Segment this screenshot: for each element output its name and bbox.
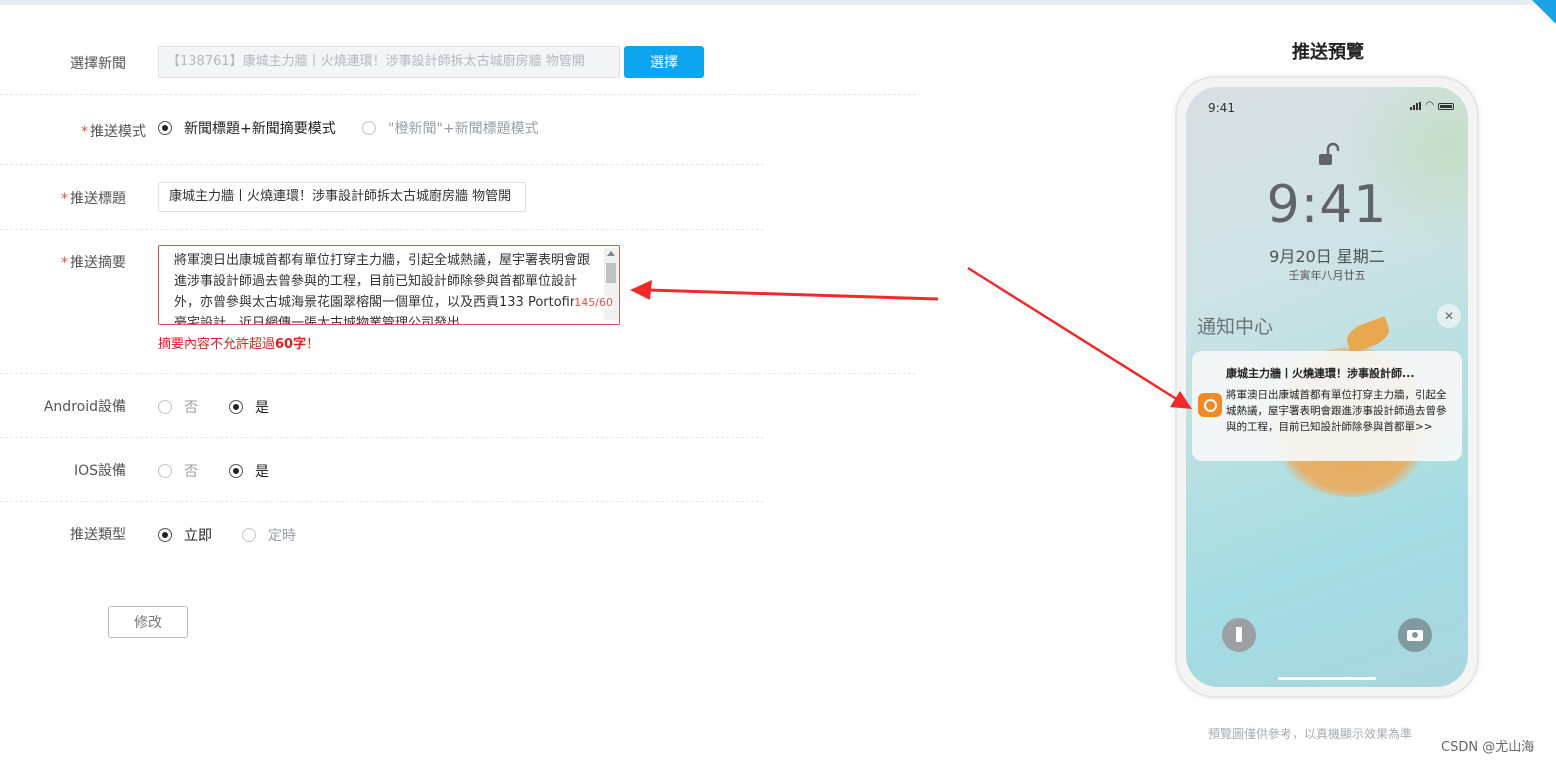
home-indicator: [1278, 677, 1376, 680]
preview-note: 預覽圖僅供參考，以真機顯示效果為準: [1208, 727, 1413, 741]
push-mode-label: * 推送模式: [81, 124, 146, 140]
push-type-option-now[interactable]: 立即: [158, 525, 212, 545]
close-icon[interactable]: ✕: [1437, 304, 1461, 328]
radio-unchecked-icon: [362, 121, 376, 135]
select-news-label: 選擇新聞: [70, 56, 126, 72]
ios-option-no[interactable]: 否: [158, 461, 198, 481]
phone-frame: 9:41 ◠ 9:41 9月20日 星期二 壬寅年八月廿五 通知中心 ✕ 康城主…: [1175, 76, 1479, 698]
radio-unchecked-icon: [158, 400, 172, 414]
unlock-icon: [1319, 142, 1340, 165]
notification-body: 將軍澳日出康城首都有單位打穿主力牆，引起全城熱議，屋宇署表明會跟進涉事設計師過去…: [1226, 389, 1447, 433]
push-type-label: 推送類型: [70, 527, 126, 543]
radio-checked-icon: [229, 464, 243, 478]
arrow-to-summary: [647, 288, 939, 301]
lock-screen-date: 9月20日 星期二: [1269, 247, 1385, 266]
push-title-input[interactable]: 康城主力牆丨火燒連環！涉事設計師拆太古城廚房牆 物管開: [158, 182, 526, 212]
push-summary-textarea[interactable]: 將軍澳日出康城首都有單位打穿主力牆，引起全城熱議，屋宇署表明會跟進涉事設計師過去…: [158, 245, 620, 325]
select-button[interactable]: 選擇: [624, 46, 704, 78]
arrow-head-summary: [630, 280, 652, 300]
modify-button[interactable]: 修改: [108, 606, 188, 638]
wifi-icon: ◠: [1425, 100, 1434, 111]
lock-screen-time: 9:41: [1266, 175, 1388, 235]
android-option-yes[interactable]: 是: [229, 397, 269, 417]
app-icon: [1198, 393, 1222, 417]
battery-icon: [1438, 102, 1454, 110]
summary-char-counter: 145/60: [574, 296, 613, 309]
watermark-credit: CSDN @尤山海: [1441, 736, 1535, 755]
preview-title: 推送預覽: [1292, 42, 1364, 63]
scroll-thumb[interactable]: [606, 263, 616, 283]
radio-checked-icon: [158, 528, 172, 542]
push-summary-label: * 推送摘要: [61, 255, 126, 271]
notification-center-title: 通知中心: [1197, 316, 1274, 338]
radio-unchecked-icon: [158, 464, 172, 478]
ios-option-yes[interactable]: 是: [229, 461, 269, 481]
divider: [0, 437, 764, 438]
push-type-option-scheduled[interactable]: 定時: [242, 525, 296, 545]
corner-flag-icon: [1532, 0, 1556, 24]
radio-unchecked-icon: [242, 528, 256, 542]
camera-icon: [1398, 618, 1432, 652]
divider: [0, 94, 916, 95]
flashlight-icon: [1222, 618, 1256, 652]
push-mode-option-orange-news[interactable]: "橙新聞"+新聞標題模式: [362, 118, 539, 138]
selected-news-field[interactable]: 【138761】康城主力牆丨火燒連環！涉事設計師拆太古城廚房牆 物管開: [158, 46, 620, 78]
push-title-label: * 推送標題: [61, 191, 126, 207]
signal-icon: [1410, 102, 1422, 110]
lunar-date: 壬寅年八月廿五: [1288, 269, 1366, 282]
divider: [0, 229, 764, 230]
divider: [0, 501, 764, 502]
divider: [0, 373, 916, 374]
phone-screen: 9:41 ◠ 9:41 9月20日 星期二 壬寅年八月廿五 通知中心 ✕ 康城主…: [1186, 87, 1468, 687]
push-summary-text: 將軍澳日出康城首都有單位打穿主力牆，引起全城熱議，屋宇署表明會跟進涉事設計師過去…: [174, 253, 591, 325]
radio-checked-icon: [158, 121, 172, 135]
notification-title: 康城主力牆丨火燒連環！涉事設計師...: [1226, 367, 1415, 380]
ios-label: IOS設備: [73, 463, 126, 479]
summary-warning: 摘要內容不允許超過60字！: [158, 337, 320, 352]
status-time: 9:41: [1208, 101, 1235, 115]
top-bar: [0, 0, 1556, 5]
push-mode-option-title-summary[interactable]: 新聞標題+新聞摘要模式: [158, 118, 336, 138]
summary-scrollbar[interactable]: [604, 248, 618, 320]
android-option-no[interactable]: 否: [158, 397, 198, 417]
arrow-to-notification: [967, 266, 1179, 402]
android-label: Android設備: [43, 399, 126, 415]
radio-checked-icon: [229, 400, 243, 414]
scroll-up-icon[interactable]: [607, 251, 615, 256]
status-icons: ◠: [1410, 100, 1454, 111]
notification-card: 康城主力牆丨火燒連環！涉事設計師... 將軍澳日出康城首都有單位打穿主力牆，引起…: [1192, 351, 1462, 461]
divider: [0, 164, 764, 165]
